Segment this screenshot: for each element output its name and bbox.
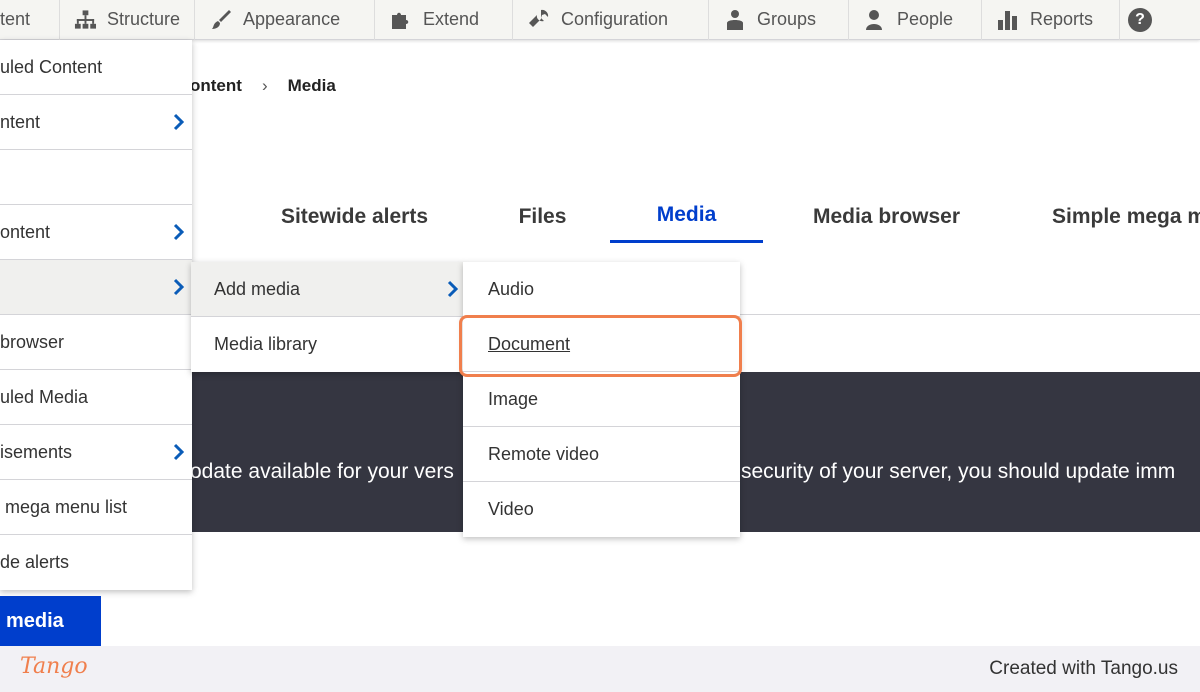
toolbar-item-label: Reports <box>1030 9 1094 29</box>
tab-media-browser[interactable]: Media browser <box>790 190 983 243</box>
bar-chart-icon <box>998 10 1017 30</box>
breadcrumb-link-content[interactable]: ontent <box>190 76 242 96</box>
add-media-submenu: Audio Document Image Remote video Video <box>463 262 740 537</box>
toolbar-item-people[interactable]: People <box>849 0 982 40</box>
menu-item-media-library[interactable]: Media library <box>191 317 464 372</box>
toolbar-item-configuration[interactable]: Configuration <box>513 0 709 40</box>
menu-item-label: uled Content <box>0 56 103 77</box>
menu-item-label: isements <box>0 441 73 462</box>
menu-item-content[interactable]: ntent <box>0 95 192 150</box>
toolbar-item-reports[interactable]: Reports <box>982 0 1120 40</box>
chevron-right-icon <box>172 278 186 296</box>
menu-item-label: Image <box>488 388 539 409</box>
sitemap-icon <box>74 9 97 29</box>
media-submenu: Add media Media library <box>191 262 464 372</box>
breadcrumb-current: Media <box>287 76 336 95</box>
menu-item-media[interactable] <box>0 260 192 315</box>
content-menu: uled Content ntent ontent browser uled M… <box>0 40 192 590</box>
tango-logo: Tango <box>20 654 88 679</box>
toolbar-item-label: Appearance <box>243 9 341 29</box>
menu-item-remote-video[interactable]: Remote video <box>463 427 740 482</box>
menu-item-group-content[interactable]: ontent <box>0 205 192 260</box>
menu-item-blank[interactable] <box>0 150 192 205</box>
toolbar-item-help[interactable]: ? <box>1120 0 1160 40</box>
toolbar-item-appearance[interactable]: Appearance <box>195 0 375 40</box>
wrench-icon <box>529 9 549 27</box>
menu-item-label: Add media <box>214 278 301 299</box>
groups-icon <box>727 9 743 30</box>
menu-item-scheduled-media[interactable]: uled Media <box>0 370 192 425</box>
tab-simple-mega-menu[interactable]: Simple mega m <box>1030 190 1200 243</box>
menu-item-label: Document <box>488 333 571 354</box>
menu-item-label: Video <box>488 499 534 519</box>
toolbar-item-structure[interactable]: Structure <box>60 0 195 40</box>
puzzle-icon <box>392 12 409 29</box>
toolbar-item-extend[interactable]: Extend <box>375 0 513 40</box>
person-icon <box>866 9 882 30</box>
toolbar-item-label: Extend <box>423 9 480 29</box>
menu-item-label: de alerts <box>0 552 70 572</box>
admin-toolbar: tent Structure Appearance Extend Configu… <box>0 0 1200 40</box>
chevron-right-icon <box>172 223 186 241</box>
menu-item-label: Media library <box>214 334 318 354</box>
menu-item-media-browser[interactable]: browser <box>0 315 192 370</box>
menu-item-label: uled Media <box>0 386 89 407</box>
menu-item-document[interactable]: Document <box>463 317 740 372</box>
toolbar-item-groups[interactable]: Groups <box>709 0 849 40</box>
menu-item-scheduled-content[interactable]: uled Content <box>0 40 192 95</box>
chevron-right-icon <box>172 113 186 131</box>
add-media-button[interactable]: media <box>0 596 101 646</box>
paintbrush-icon <box>212 9 231 29</box>
toolbar-item-label: Configuration <box>561 9 669 29</box>
menu-item-add-media[interactable]: Add media <box>191 262 464 317</box>
banner-text-right: security of your server, you should upda… <box>741 460 1176 483</box>
created-with-text: Created with Tango.us <box>989 658 1178 679</box>
chevron-right-icon <box>446 280 460 298</box>
toolbar-item-label: People <box>897 9 954 29</box>
menu-item-image[interactable]: Image <box>463 372 740 427</box>
tango-footer: Tango Created with Tango.us <box>0 646 1200 692</box>
menu-item-label: browser <box>0 331 65 352</box>
help-icon: ? <box>1128 7 1152 32</box>
menu-item-label: ntent <box>0 111 41 132</box>
toolbar-item-content[interactable]: tent <box>0 0 60 40</box>
chevron-right-icon <box>172 443 186 461</box>
toolbar-item-label: Structure <box>106 9 180 29</box>
tab-media[interactable]: Media <box>610 190 763 243</box>
menu-item-label: mega menu list <box>0 496 128 517</box>
toolbar-item-label: tent <box>0 9 31 29</box>
tab-sitewide-alerts[interactable]: Sitewide alerts <box>262 190 447 243</box>
breadcrumb: ontent › Media <box>190 76 336 96</box>
menu-item-label: Remote video <box>488 443 600 464</box>
menu-item-audio[interactable]: Audio <box>463 262 740 317</box>
menu-item-advertisements[interactable]: isements <box>0 425 192 480</box>
banner-text-left: odate available for your vers <box>190 460 454 483</box>
menu-item-sitewide-alerts[interactable]: de alerts <box>0 535 192 590</box>
toolbar-item-label: Groups <box>757 9 817 29</box>
tab-files[interactable]: Files <box>500 190 585 243</box>
menu-item-video[interactable]: Video <box>463 482 740 537</box>
menu-item-label: ontent <box>0 221 51 242</box>
breadcrumb-separator: › <box>261 76 268 95</box>
menu-item-simple-mega-menu-list[interactable]: mega menu list <box>0 480 192 535</box>
menu-item-label: Audio <box>488 278 535 299</box>
